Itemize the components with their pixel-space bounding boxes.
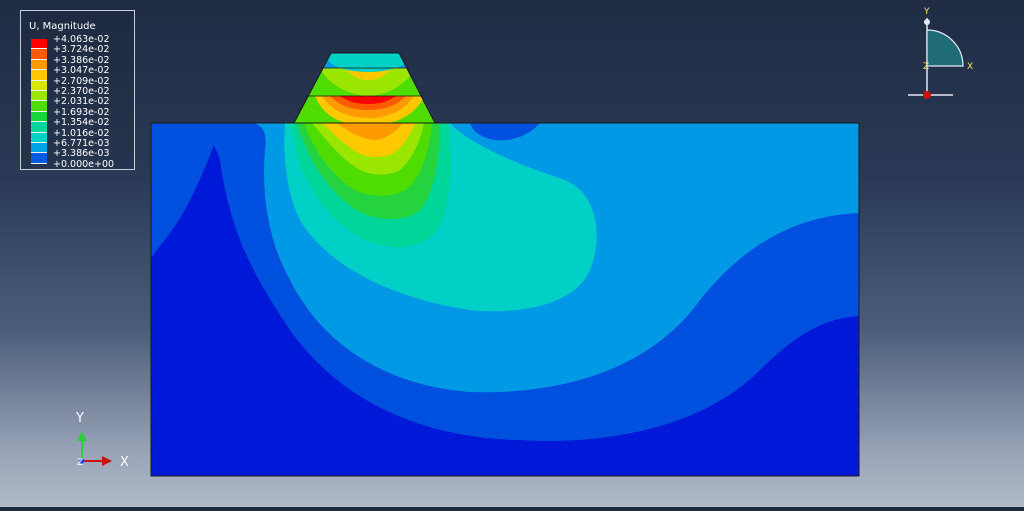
coordinate-triad: Y X Z [75,411,129,470]
view-cube-x-label: X [967,62,973,72]
legend-color-bar [31,39,47,164]
triad-y-arrow [77,431,87,441]
contour-legend: U, Magnitude +4.063e-02 +3.724e-02 +3.38… [20,10,135,170]
legend-swatch-9 [31,132,47,143]
legend-labels: +4.063e-02 +3.724e-02 +3.386e-02 +3.047e… [53,34,115,170]
view-cube-y-handle[interactable] [924,19,930,25]
legend-swatch-0 [31,39,47,50]
legend-swatch-6 [31,101,47,112]
legend-swatch-3 [31,70,47,81]
legend-swatch-5 [31,90,47,102]
triad-x-arrow [102,456,112,466]
legend-label-3: +3.047e-02 [53,65,110,77]
triad-x-label: X [120,455,129,470]
view-cube-quadrant [926,29,964,67]
view-cube-z-label: Z [923,62,929,72]
view-cube-y-label: Y [923,7,930,17]
triad-z-label: Z [77,458,83,468]
legend-label-8: +1.354e-02 [53,117,110,129]
legend-swatch-8 [31,122,47,133]
view-cube-origin[interactable] [923,91,931,99]
triad-y-label: Y [75,411,84,426]
model-viewport[interactable]: Y X Z Y X Z U, Magnitude +4.063e-02 +3.7… [0,0,1024,507]
legend-label-12: +0.000e+00 [53,158,115,170]
contour-plot: Y X Z Y X Z [75,7,973,477]
legend-swatch-1 [31,49,47,60]
legend-swatch-4 [31,80,47,91]
trapezoid-block [294,53,435,123]
legend-swatch-10 [31,142,47,154]
legend-swatch-7 [31,111,47,123]
legend-swatch-2 [31,59,47,71]
legend-title: U, Magnitude [29,21,96,32]
legend-swatch-11 [31,153,47,164]
view-cube[interactable]: Y X Z [908,7,973,99]
base-domain [151,123,859,476]
